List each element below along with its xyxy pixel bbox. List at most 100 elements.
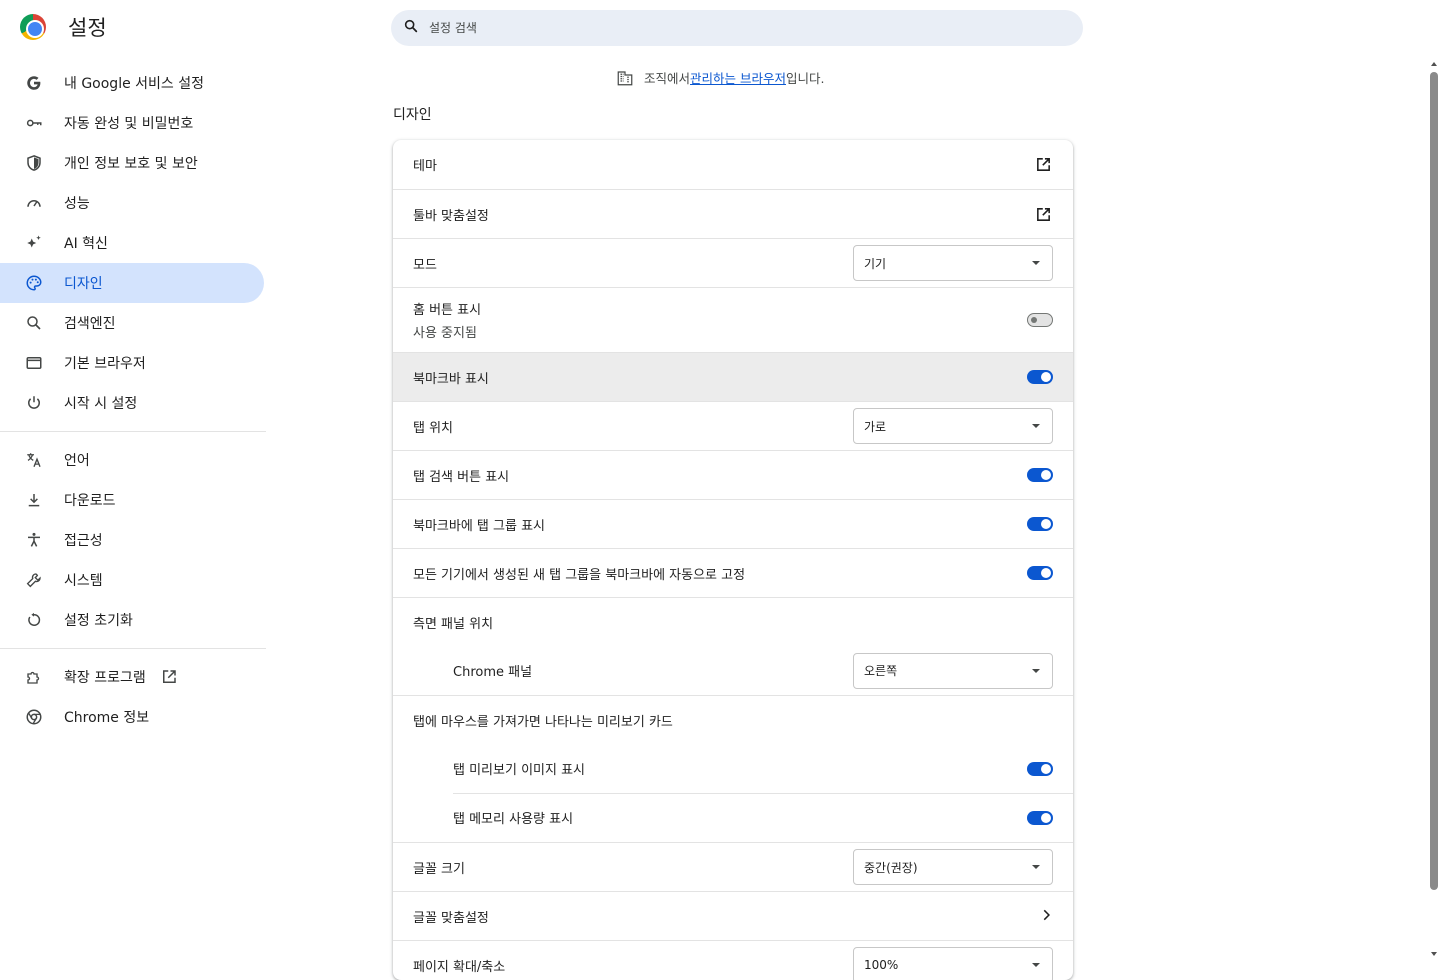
bookmarks-bar-row: 북마크바 표시 xyxy=(393,352,1073,401)
auto-pin-toggle[interactable] xyxy=(1027,566,1053,580)
shield-icon xyxy=(24,153,44,173)
toolbar-label: 툴바 맞춤설정 xyxy=(413,208,489,224)
sidebar-item-label: AI 혁신 xyxy=(64,236,108,252)
tab-memory-row: 탭 메모리 사용량 표시 xyxy=(393,793,1073,842)
sidebar-item-performance[interactable]: 성능 xyxy=(0,183,264,223)
sidebar-item-on-startup[interactable]: 시작 시 설정 xyxy=(0,383,264,423)
sidebar-divider xyxy=(0,431,266,432)
browser-window-icon xyxy=(24,353,44,373)
chrome-icon xyxy=(24,707,44,727)
tab-preview-image-label: 탭 미리보기 이미지 표시 xyxy=(453,763,585,778)
tab-position-select-value: 가로 xyxy=(864,419,887,434)
reset-icon xyxy=(24,610,44,630)
page-zoom-select[interactable]: 100% xyxy=(853,947,1053,980)
mode-select[interactable]: 기기 xyxy=(853,245,1053,281)
tab-memory-toggle[interactable] xyxy=(1027,810,1053,825)
search-input[interactable] xyxy=(427,20,1027,36)
sidebar-item-accessibility[interactable]: 접근성 xyxy=(0,520,264,560)
sidebar-item-search-engine[interactable]: 검색엔진 xyxy=(0,303,264,343)
dropdown-caret-icon xyxy=(1032,865,1040,869)
managed-notice: 조직에서 관리하는 브라우저 입니다. xyxy=(616,68,824,87)
managed-prefix: 조직에서 xyxy=(644,71,691,86)
sidebar-item-label: 확장 프로그램 xyxy=(64,670,146,686)
accessibility-icon xyxy=(24,530,44,550)
side-panel-label: 측면 패널 위치 xyxy=(413,616,494,632)
mode-label: 모드 xyxy=(413,257,437,273)
sidebar-item-label: 시스템 xyxy=(64,573,103,589)
page-zoom-row: 페이지 확대/축소 100% xyxy=(393,940,1073,980)
speedometer-icon xyxy=(24,193,44,213)
font-size-select[interactable]: 중간(권장) xyxy=(853,849,1053,885)
tab-search-toggle[interactable] xyxy=(1027,468,1053,482)
chrome-panel-select[interactable]: 오른쪽 xyxy=(853,652,1053,689)
tab-position-select[interactable]: 가로 xyxy=(853,408,1053,444)
side-panel-row: 측면 패널 위치 xyxy=(393,597,1073,646)
tab-preview-image-row: 탭 미리보기 이미지 표시 xyxy=(393,744,1073,793)
sidebar-item-default-browser[interactable]: 기본 브라우저 xyxy=(0,343,264,383)
translate-icon xyxy=(24,450,44,470)
tab-position-label: 탭 위치 xyxy=(413,420,454,436)
font-size-row: 글꼴 크기 중간(권장) xyxy=(393,842,1073,891)
font-custom-label: 글꼴 맞춤설정 xyxy=(413,910,489,926)
scroll-up-arrow-icon[interactable] xyxy=(1431,62,1437,66)
search-icon xyxy=(24,313,44,333)
home-button-sublabel: 사용 중지됨 xyxy=(413,326,477,341)
dropdown-caret-icon xyxy=(1032,424,1040,428)
sidebar-item-autofill[interactable]: 자동 완성 및 비밀번호 xyxy=(0,103,264,143)
appearance-card: 테마 툴바 맞춤설정 모드 기기 홈 버튼 표시 사용 중지됨 북마크바 표시 … xyxy=(393,140,1073,980)
sidebar-item-about-chrome[interactable]: Chrome 정보 xyxy=(0,697,264,737)
sidebar-item-reset[interactable]: 설정 초기화 xyxy=(0,600,264,640)
font-custom-row[interactable]: 글꼴 맞춤설정 xyxy=(393,891,1073,940)
sidebar-item-extensions[interactable]: 확장 프로그램 xyxy=(0,657,264,697)
bookmarks-bar-toggle[interactable] xyxy=(1027,370,1053,384)
settings-search[interactable] xyxy=(391,10,1083,46)
sidebar-item-label: 검색엔진 xyxy=(64,316,116,332)
sparkle-icon xyxy=(24,233,44,253)
download-icon xyxy=(24,490,44,510)
sidebar-item-privacy[interactable]: 개인 정보 보호 및 보안 xyxy=(0,143,264,183)
scroll-down-arrow-icon[interactable] xyxy=(1431,952,1437,956)
auto-pin-row: 모든 기기에서 생성된 새 탭 그룹을 북마크바에 자동으로 고정 xyxy=(393,548,1073,597)
font-size-select-value: 중간(권장) xyxy=(864,860,918,875)
hover-card-row: 탭에 마우스를 가져가면 나타나는 미리보기 카드 xyxy=(393,695,1073,744)
sidebar-item-label: 설정 초기화 xyxy=(64,613,133,629)
auto-pin-label: 모든 기기에서 생성된 새 탭 그룹을 북마크바에 자동으로 고정 xyxy=(413,567,746,583)
sidebar-item-appearance[interactable]: 디자인 xyxy=(0,263,264,303)
sidebar: 내 Google 서비스 설정 자동 완성 및 비밀번호 개인 정보 보호 및 … xyxy=(0,63,266,737)
hover-card-label: 탭에 마우스를 가져가면 나타나는 미리보기 카드 xyxy=(413,714,673,730)
tab-search-label: 탭 검색 버튼 표시 xyxy=(413,469,510,485)
font-size-label: 글꼴 크기 xyxy=(413,861,465,877)
bookmarks-bar-label: 북마크바 표시 xyxy=(413,371,489,387)
scrollbar-thumb[interactable] xyxy=(1430,72,1438,890)
chrome-panel-label: Chrome 패널 xyxy=(453,665,533,680)
sidebar-item-ai[interactable]: AI 혁신 xyxy=(0,223,264,263)
search-icon xyxy=(403,18,419,38)
sidebar-item-label: 디자인 xyxy=(64,276,103,292)
chevron-right-icon xyxy=(1039,907,1053,926)
home-button-toggle[interactable] xyxy=(1027,313,1053,327)
open-in-new-icon[interactable] xyxy=(1033,204,1053,224)
tab-position-row: 탭 위치 가로 xyxy=(393,401,1073,450)
sidebar-item-label: 성능 xyxy=(64,196,90,212)
managed-browser-link[interactable]: 관리하는 브라우저 xyxy=(690,68,786,87)
home-button-row: 홈 버튼 표시 사용 중지됨 xyxy=(393,287,1073,352)
sidebar-item-label: 개인 정보 보호 및 보안 xyxy=(64,156,198,172)
sidebar-item-label: Chrome 정보 xyxy=(64,710,150,726)
theme-row[interactable]: 테마 xyxy=(393,140,1073,189)
sidebar-item-languages[interactable]: 언어 xyxy=(0,440,264,480)
sidebar-item-google-services[interactable]: 내 Google 서비스 설정 xyxy=(0,63,264,103)
tab-groups-bookmarks-toggle[interactable] xyxy=(1027,517,1053,531)
sidebar-item-label: 시작 시 설정 xyxy=(64,396,138,412)
chrome-panel-select-value: 오른쪽 xyxy=(864,664,898,678)
sidebar-item-label: 자동 완성 및 비밀번호 xyxy=(64,116,194,132)
toolbar-row[interactable]: 툴바 맞춤설정 xyxy=(393,189,1073,238)
sidebar-item-downloads[interactable]: 다운로드 xyxy=(0,480,264,520)
palette-icon xyxy=(24,273,44,293)
open-in-new-icon[interactable] xyxy=(1033,155,1053,175)
home-button-label: 홈 버튼 표시 xyxy=(413,303,482,318)
tab-preview-image-toggle[interactable] xyxy=(1027,761,1053,776)
managed-suffix: 입니다. xyxy=(786,71,825,86)
sidebar-item-system[interactable]: 시스템 xyxy=(0,560,264,600)
page-zoom-label: 페이지 확대/축소 xyxy=(413,959,506,975)
page-scrollbar[interactable] xyxy=(1428,58,1440,960)
